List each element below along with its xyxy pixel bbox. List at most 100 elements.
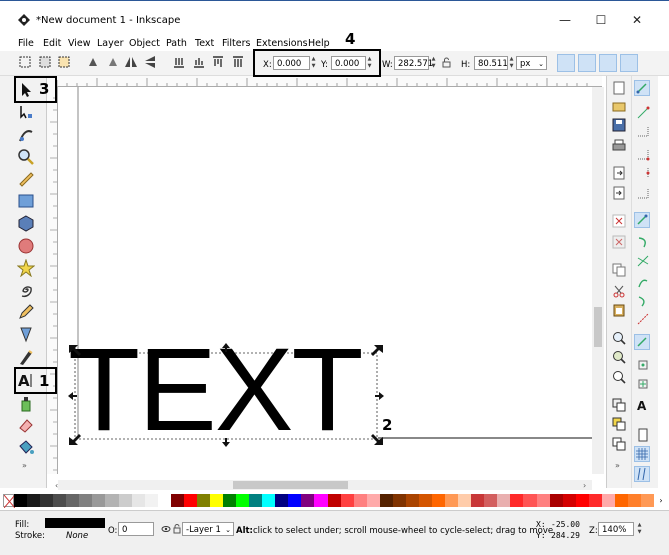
snap-intersections-icon[interactable] [636, 254, 650, 268]
color-palette[interactable] [14, 494, 655, 507]
palette-swatch[interactable] [458, 494, 472, 507]
horizontal-ruler[interactable] [47, 76, 602, 87]
palette-swatch[interactable] [445, 494, 459, 507]
palette-swatch[interactable] [588, 494, 602, 507]
snap-nodes-icon[interactable] [634, 212, 650, 228]
unlink-clone-icon[interactable] [612, 437, 626, 451]
eye-icon[interactable] [161, 524, 171, 534]
palette-swatch[interactable] [614, 494, 628, 507]
palette-swatch[interactable] [549, 494, 563, 507]
paint-bucket-tool-icon[interactable] [17, 438, 35, 456]
menu-view[interactable]: View [68, 38, 91, 49]
raise-icon[interactable] [211, 55, 225, 69]
snap-bbox-corner-icon[interactable] [636, 147, 650, 161]
palette-swatch[interactable] [236, 494, 250, 507]
eraser-tool-icon[interactable] [17, 416, 35, 434]
tweak-tool-icon[interactable] [17, 126, 35, 144]
palette-menu-icon[interactable]: › [656, 494, 666, 507]
palette-swatch[interactable] [627, 494, 641, 507]
palette-swatch[interactable] [53, 494, 67, 507]
vertical-scroll-thumb[interactable] [594, 307, 602, 347]
h-spinner-icon[interactable]: ▲ ▼ [507, 56, 516, 70]
flip-vertical-icon[interactable] [143, 55, 157, 69]
palette-swatch[interactable] [405, 494, 419, 507]
horizontal-scrollbar[interactable] [58, 480, 592, 490]
layer-select[interactable]: -Layer 1 ⌄ [182, 522, 234, 536]
move-patterns-toggle[interactable] [620, 54, 638, 72]
menu-help[interactable]: Help [308, 38, 330, 49]
export-icon[interactable] [612, 186, 626, 200]
palette-swatch[interactable] [510, 494, 524, 507]
palette-swatch[interactable] [170, 494, 184, 507]
clone-icon[interactable] [612, 417, 626, 431]
snap-toggle-icon[interactable] [634, 80, 650, 96]
lock-icon[interactable] [442, 57, 451, 68]
save-icon[interactable] [612, 118, 626, 132]
copy-icon[interactable] [612, 263, 626, 277]
palette-swatch[interactable] [249, 494, 263, 507]
spray-tool-icon[interactable] [17, 394, 35, 412]
redo-icon[interactable] [612, 235, 626, 249]
zoom-spinner-icon[interactable]: ▲ ▼ [635, 522, 644, 536]
toolbox-overflow-icon[interactable]: » [22, 461, 27, 470]
minimize-button[interactable]: — [548, 8, 582, 32]
vertical-ruler[interactable] [47, 86, 58, 474]
palette-swatch[interactable] [327, 494, 341, 507]
palette-swatch[interactable] [144, 494, 158, 507]
selection-handles[interactable] [58, 87, 593, 474]
palette-swatch[interactable] [288, 494, 302, 507]
zoom-tool-icon[interactable] [17, 148, 35, 166]
snap-midpoint-icon[interactable] [636, 166, 650, 180]
snap-bbox-edge-icon[interactable] [636, 124, 650, 138]
palette-swatch[interactable] [105, 494, 119, 507]
palette-swatch[interactable] [601, 494, 615, 507]
palette-swatch[interactable] [340, 494, 354, 507]
palette-swatch[interactable] [262, 494, 276, 507]
opacity-input[interactable]: 0 [118, 522, 154, 536]
menu-extensions[interactable]: Extensions [256, 38, 308, 49]
maximize-button[interactable]: ☐ [584, 8, 618, 32]
palette-swatch[interactable] [301, 494, 315, 507]
snap-guides-icon[interactable] [634, 466, 650, 482]
palette-swatch[interactable] [40, 494, 54, 507]
pencil-tool-icon[interactable] [17, 303, 35, 321]
calligraphy-tool-icon[interactable] [17, 348, 35, 366]
snap-smooth-nodes-icon[interactable] [636, 294, 650, 308]
cut-icon[interactable] [612, 284, 626, 298]
w-input[interactable]: 282.571 [394, 56, 433, 70]
zoom-page-icon[interactable] [612, 370, 626, 384]
zoom-selection-icon[interactable] [612, 331, 626, 345]
no-paint-swatch[interactable] [3, 494, 16, 509]
vertical-scrollbar[interactable] [592, 87, 604, 474]
h-input[interactable]: 80.511 [474, 56, 508, 70]
palette-swatch[interactable] [118, 494, 132, 507]
menu-text[interactable]: Text [195, 38, 214, 49]
zoom-drawing-icon[interactable] [612, 350, 626, 364]
fill-swatch[interactable] [45, 518, 105, 528]
snap-text-baseline-icon[interactable]: A [636, 398, 650, 413]
scale-corners-toggle[interactable] [578, 54, 596, 72]
snap-line-midpoints-icon[interactable] [636, 312, 650, 326]
palette-swatch[interactable] [27, 494, 41, 507]
snap-paths-icon[interactable] [636, 235, 650, 249]
rectangle-tool-icon[interactable] [17, 192, 35, 210]
import-icon[interactable] [612, 166, 626, 180]
horizontal-scroll-thumb[interactable] [233, 481, 348, 489]
palette-swatch[interactable] [536, 494, 550, 507]
select-all-icon[interactable] [18, 55, 32, 69]
menu-edit[interactable]: Edit [43, 38, 61, 49]
snap-grids-icon[interactable] [634, 446, 650, 462]
palette-swatch[interactable] [209, 494, 223, 507]
palette-swatch[interactable] [523, 494, 537, 507]
menu-layer[interactable]: Layer [97, 38, 124, 49]
star-tool-icon[interactable] [16, 258, 36, 278]
palette-swatch[interactable] [196, 494, 210, 507]
select-all-layers-icon[interactable] [38, 55, 52, 69]
lower-to-bottom-icon[interactable] [172, 55, 186, 69]
move-gradients-toggle[interactable] [599, 54, 617, 72]
zoom-input[interactable]: 140% [598, 522, 634, 536]
menu-filters[interactable]: Filters [222, 38, 250, 49]
palette-swatch[interactable] [275, 494, 289, 507]
snap-cusp-nodes-icon[interactable] [636, 275, 650, 289]
commands-overflow-icon[interactable]: » [615, 461, 620, 470]
